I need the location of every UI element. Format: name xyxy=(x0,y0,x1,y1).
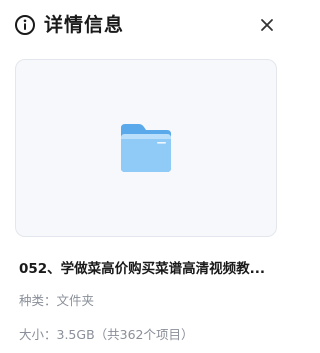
file-type: 种类：文件夹 xyxy=(19,293,95,308)
folder-icon xyxy=(121,124,171,172)
details-panel: 详情信息 052、学做菜高价购买菜谱高清视频教... 种类：文件夹 大小：3.5… xyxy=(0,0,297,353)
panel-title: 详情信息 xyxy=(44,14,125,36)
file-size: 大小：3.5GB（共362个项目） xyxy=(19,327,194,342)
close-button[interactable] xyxy=(257,15,277,35)
info-circle-icon xyxy=(14,14,36,36)
close-icon xyxy=(261,19,273,31)
file-name: 052、学做菜高价购买菜谱高清视频教... xyxy=(19,261,266,277)
file-preview xyxy=(15,59,277,237)
details-header: 详情信息 xyxy=(14,12,283,38)
